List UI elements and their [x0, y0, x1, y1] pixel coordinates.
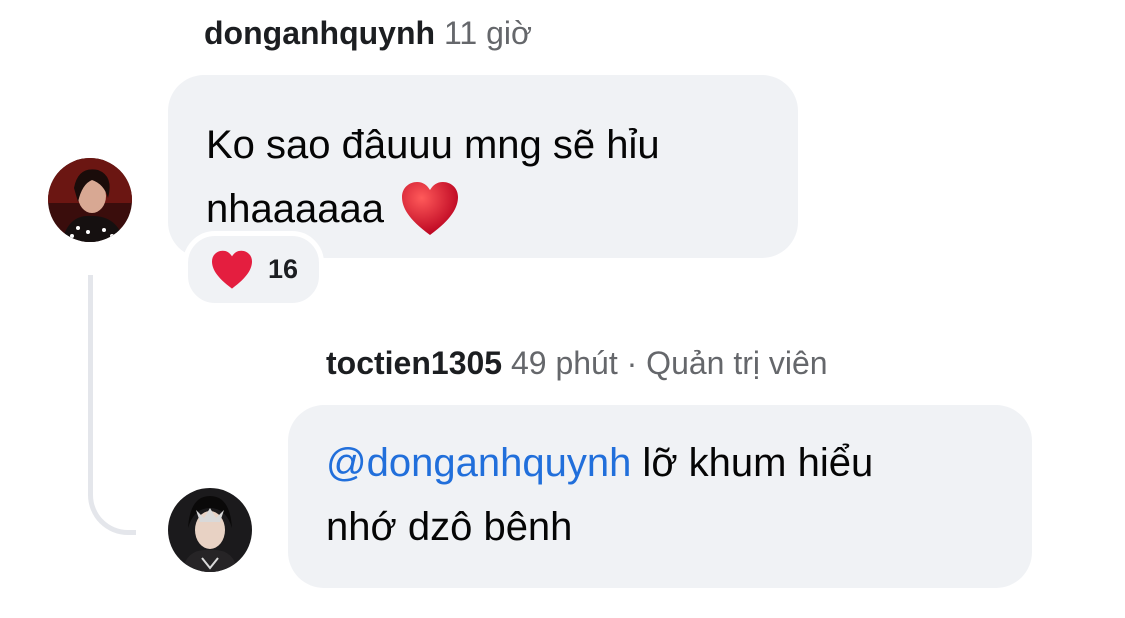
reaction-badge[interactable]: 16: [183, 231, 324, 308]
mention-link[interactable]: @donganhquynh: [326, 441, 631, 485]
reply-bubble[interactable]: @donganhquynh lỡ khum hiểu nhớ dzô bênh: [288, 405, 1032, 588]
reply-text: lỡ khum hiểu: [631, 441, 874, 485]
timestamp[interactable]: 11 giờ: [444, 15, 532, 51]
thread-line: [88, 275, 136, 535]
reaction-count: 16: [268, 254, 299, 284]
reply-text: nhớ dzô bênh: [326, 505, 573, 549]
avatar[interactable]: [48, 158, 132, 242]
username[interactable]: donganhquynh: [204, 15, 435, 51]
avatar[interactable]: [168, 488, 252, 572]
separator: ·: [626, 345, 638, 381]
role-badge: Quản trị viên: [646, 345, 828, 381]
heart-icon: [210, 250, 254, 290]
reply-header: toctien1305 49 phút · Quản trị viên: [326, 343, 828, 383]
timestamp[interactable]: 49 phút: [511, 345, 618, 381]
comment-header: donganhquynh 11 giờ: [204, 13, 532, 53]
username[interactable]: toctien1305: [326, 345, 502, 381]
heart-icon: [400, 181, 460, 237]
comment-text: Ko sao đâuuu mng sẽ hỉu: [206, 123, 660, 167]
